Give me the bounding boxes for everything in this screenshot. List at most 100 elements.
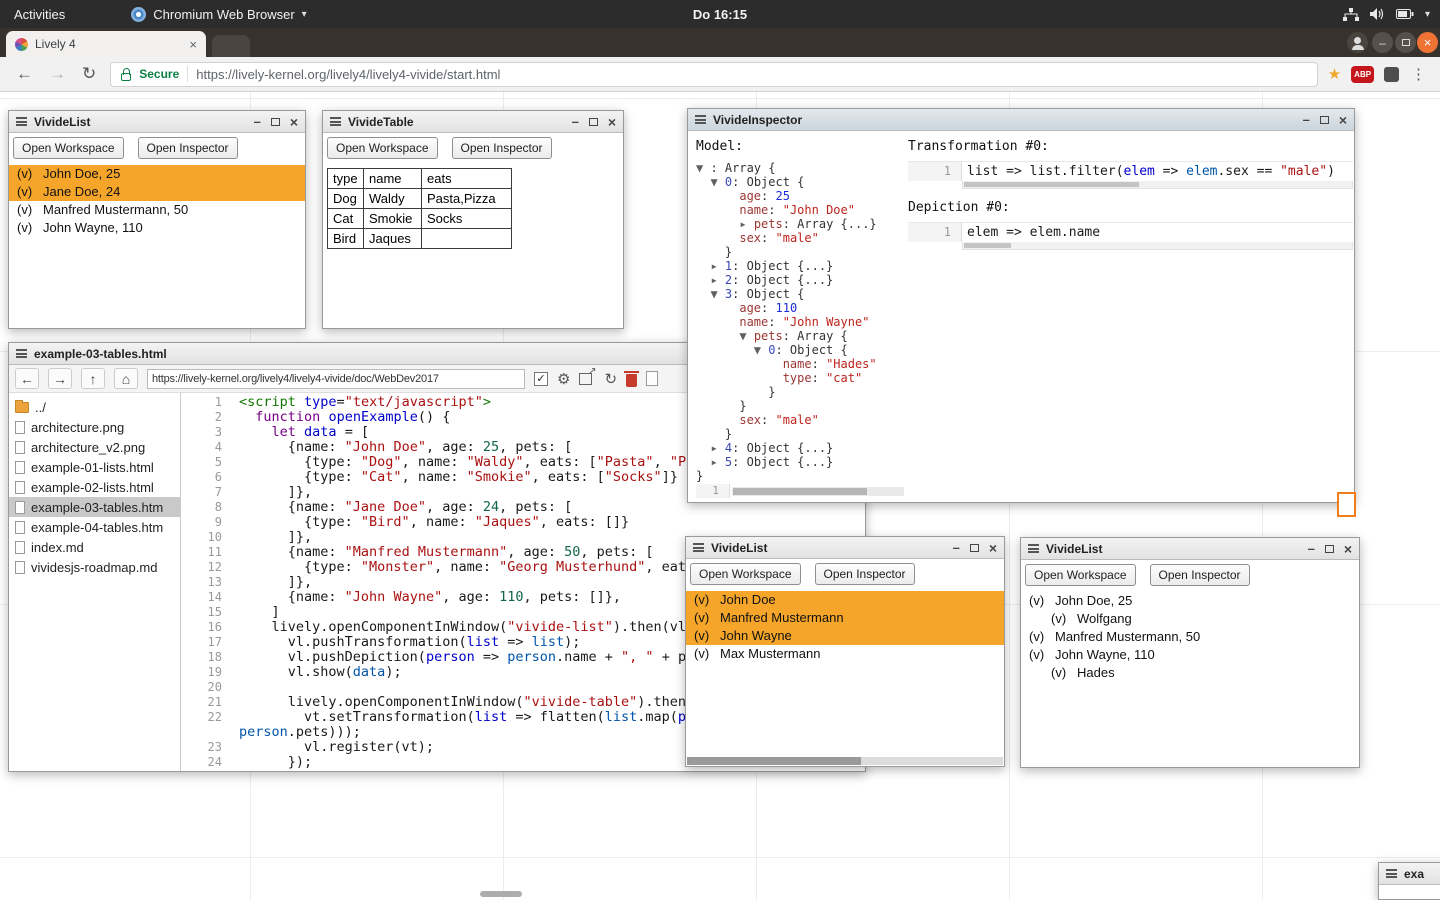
window-minimize-button[interactable]: –	[572, 117, 579, 127]
list-item[interactable]: (v)Max Mustermann	[686, 645, 1004, 663]
list-item[interactable]: (v)John Doe, 25	[9, 165, 305, 183]
window-minimize-button[interactable]: –	[1303, 115, 1310, 125]
tree-node[interactable]: ▼ pets: Array {	[696, 329, 908, 343]
table-row[interactable]: CatSmokieSocks	[328, 209, 512, 229]
window-maximize-button[interactable]	[589, 118, 598, 126]
tree-node[interactable]: ▸ 2: Object {...}	[696, 273, 908, 287]
window-menu-icon[interactable]	[16, 117, 27, 126]
scrollbar-thumb[interactable]	[733, 488, 867, 495]
open-inspector-button[interactable]: Open Inspector	[138, 137, 238, 159]
table-row[interactable]: BirdJaques	[328, 229, 512, 249]
checkbox[interactable]: ✓	[534, 372, 548, 386]
new-tab-button[interactable]	[212, 35, 250, 57]
horizontal-scrollbar[interactable]	[687, 757, 1003, 765]
list-item[interactable]: (v)Manfred Mustermann, 50	[9, 201, 305, 219]
list-item[interactable]: (v)John Wayne, 110	[9, 219, 305, 237]
tree-node[interactable]: ▸ 1: Object {...}	[696, 259, 908, 273]
scrollbar-thumb[interactable]	[964, 243, 1011, 248]
window-minimize-button[interactable]: –	[1372, 32, 1393, 53]
depiction-editor[interactable]: 1 elem => elem.name	[908, 222, 1353, 242]
window-maximize-button[interactable]	[271, 118, 280, 126]
list-item[interactable]: (v)John Doe	[686, 591, 1004, 609]
delete-icon[interactable]	[626, 374, 637, 387]
tree-node[interactable]: age: 25	[696, 189, 908, 203]
selection-handle[interactable]	[1337, 492, 1356, 517]
file-item[interactable]: example-04-tables.htm	[9, 517, 180, 537]
inspector-bottom-editor[interactable]: 1	[696, 484, 904, 498]
window-menu-icon[interactable]	[1386, 869, 1397, 878]
window-close-button[interactable]: ×	[989, 542, 997, 554]
file-item[interactable]: index.md	[9, 537, 180, 557]
window-close-button[interactable]: ×	[1339, 114, 1347, 126]
list-item[interactable]: (v)Hades	[1021, 664, 1359, 682]
file-item[interactable]: vividesjs-roadmap.md	[9, 557, 180, 577]
window-minimize-button[interactable]: –	[254, 117, 261, 127]
open-workspace-button[interactable]: Open Workspace	[327, 137, 438, 159]
horizontal-scrollbar[interactable]	[962, 242, 1353, 250]
list-item[interactable]: (v)John Doe, 25	[1021, 592, 1359, 610]
window-titlebar[interactable]: exa	[1379, 863, 1440, 885]
horizontal-scrollbar[interactable]	[732, 487, 904, 496]
tree-node[interactable]: name: "John Wayne"	[696, 315, 908, 329]
bookmark-star-icon[interactable]: ★	[1328, 65, 1341, 83]
window-menu-icon[interactable]	[695, 115, 706, 124]
window-maximize-button[interactable]	[970, 544, 979, 552]
window-close-button[interactable]: ×	[1417, 32, 1438, 53]
open-inspector-button[interactable]: Open Inspector	[815, 563, 915, 585]
transformation-editor[interactable]: 1 list => list.filter(elem => elem.sex =…	[908, 161, 1353, 181]
list-item[interactable]: (v)Wolfgang	[1021, 610, 1359, 628]
back-icon[interactable]: ←	[15, 368, 39, 389]
forward-icon[interactable]: →	[49, 64, 66, 84]
address-bar[interactable]: Secure https://lively-kernel.org/lively4…	[110, 62, 1317, 87]
tree-node[interactable]: ▼ : Array {	[696, 161, 908, 175]
tree-node[interactable]: age: 110	[696, 301, 908, 315]
list-item[interactable]: (v)John Wayne, 110	[1021, 646, 1359, 664]
window-maximize-button[interactable]	[1325, 545, 1334, 553]
path-input[interactable]	[147, 369, 525, 389]
file-item[interactable]: example-03-tables.htm	[9, 497, 180, 517]
home-icon[interactable]: ⌂	[114, 368, 138, 389]
tree-node[interactable]: ▼ 0: Object {	[696, 343, 908, 357]
tree-node[interactable]: ▸ 4: Object {...}	[696, 441, 908, 455]
tree-node[interactable]: ▸ 5: Object {...}	[696, 455, 908, 469]
profile-avatar[interactable]	[1347, 32, 1368, 53]
file-item[interactable]: example-01-lists.html	[9, 457, 180, 477]
refresh-icon[interactable]: ↻	[604, 370, 617, 388]
window-titlebar[interactable]: VivideList – ×	[9, 111, 305, 133]
open-workspace-button[interactable]: Open Workspace	[690, 563, 801, 585]
tree-node[interactable]: sex: "male"	[696, 231, 908, 245]
browser-tab[interactable]: Lively 4 ×	[6, 31, 206, 57]
scrollbar-thumb[interactable]	[964, 182, 1139, 187]
open-workspace-button[interactable]: Open Workspace	[1025, 564, 1136, 586]
window-titlebar[interactable]: VivideInspector – ×	[688, 109, 1354, 131]
system-tray[interactable]: ▾	[1343, 0, 1430, 28]
scrollbar-thumb[interactable]	[687, 757, 861, 765]
window-maximize-button[interactable]	[1320, 116, 1329, 124]
open-external-icon[interactable]: ↗	[579, 373, 592, 385]
horizontal-scrollbar[interactable]	[962, 181, 1353, 189]
list-item[interactable]: (v)John Wayne	[686, 627, 1004, 645]
window-close-button[interactable]: ×	[290, 116, 298, 128]
window-titlebar[interactable]: VivideTable – ×	[323, 111, 623, 133]
open-inspector-button[interactable]: Open Inspector	[452, 137, 552, 159]
tree-node[interactable]: ▸ pets: Array {...}	[696, 217, 908, 231]
window-menu-icon[interactable]	[330, 117, 341, 126]
forward-icon[interactable]: →	[48, 368, 72, 389]
tree-node[interactable]: type: "cat"	[696, 371, 908, 385]
open-inspector-button[interactable]: Open Inspector	[1150, 564, 1250, 586]
window-titlebar[interactable]: VivideList – ×	[686, 537, 1004, 559]
browser-menu-icon[interactable]: ⋮	[1411, 65, 1426, 83]
activities-button[interactable]: Activities	[14, 7, 65, 22]
app-menu[interactable]: Chromium Web Browser ▾	[131, 7, 306, 22]
list-item[interactable]: (v)Manfred Mustermann	[686, 609, 1004, 627]
reload-icon[interactable]: ↻	[82, 64, 96, 84]
file-item[interactable]: example-02-lists.html	[9, 477, 180, 497]
tree-node[interactable]: }	[696, 469, 908, 483]
list-item[interactable]: (v)Jane Doe, 24	[9, 183, 305, 201]
open-workspace-button[interactable]: Open Workspace	[13, 137, 124, 159]
tree-node[interactable]: ▼ 3: Object {	[696, 287, 908, 301]
tree-node[interactable]: }	[696, 399, 908, 413]
minimized-window[interactable]: exa	[1378, 862, 1440, 900]
up-icon[interactable]: ↑	[81, 368, 105, 389]
tree-node[interactable]: }	[696, 427, 908, 441]
